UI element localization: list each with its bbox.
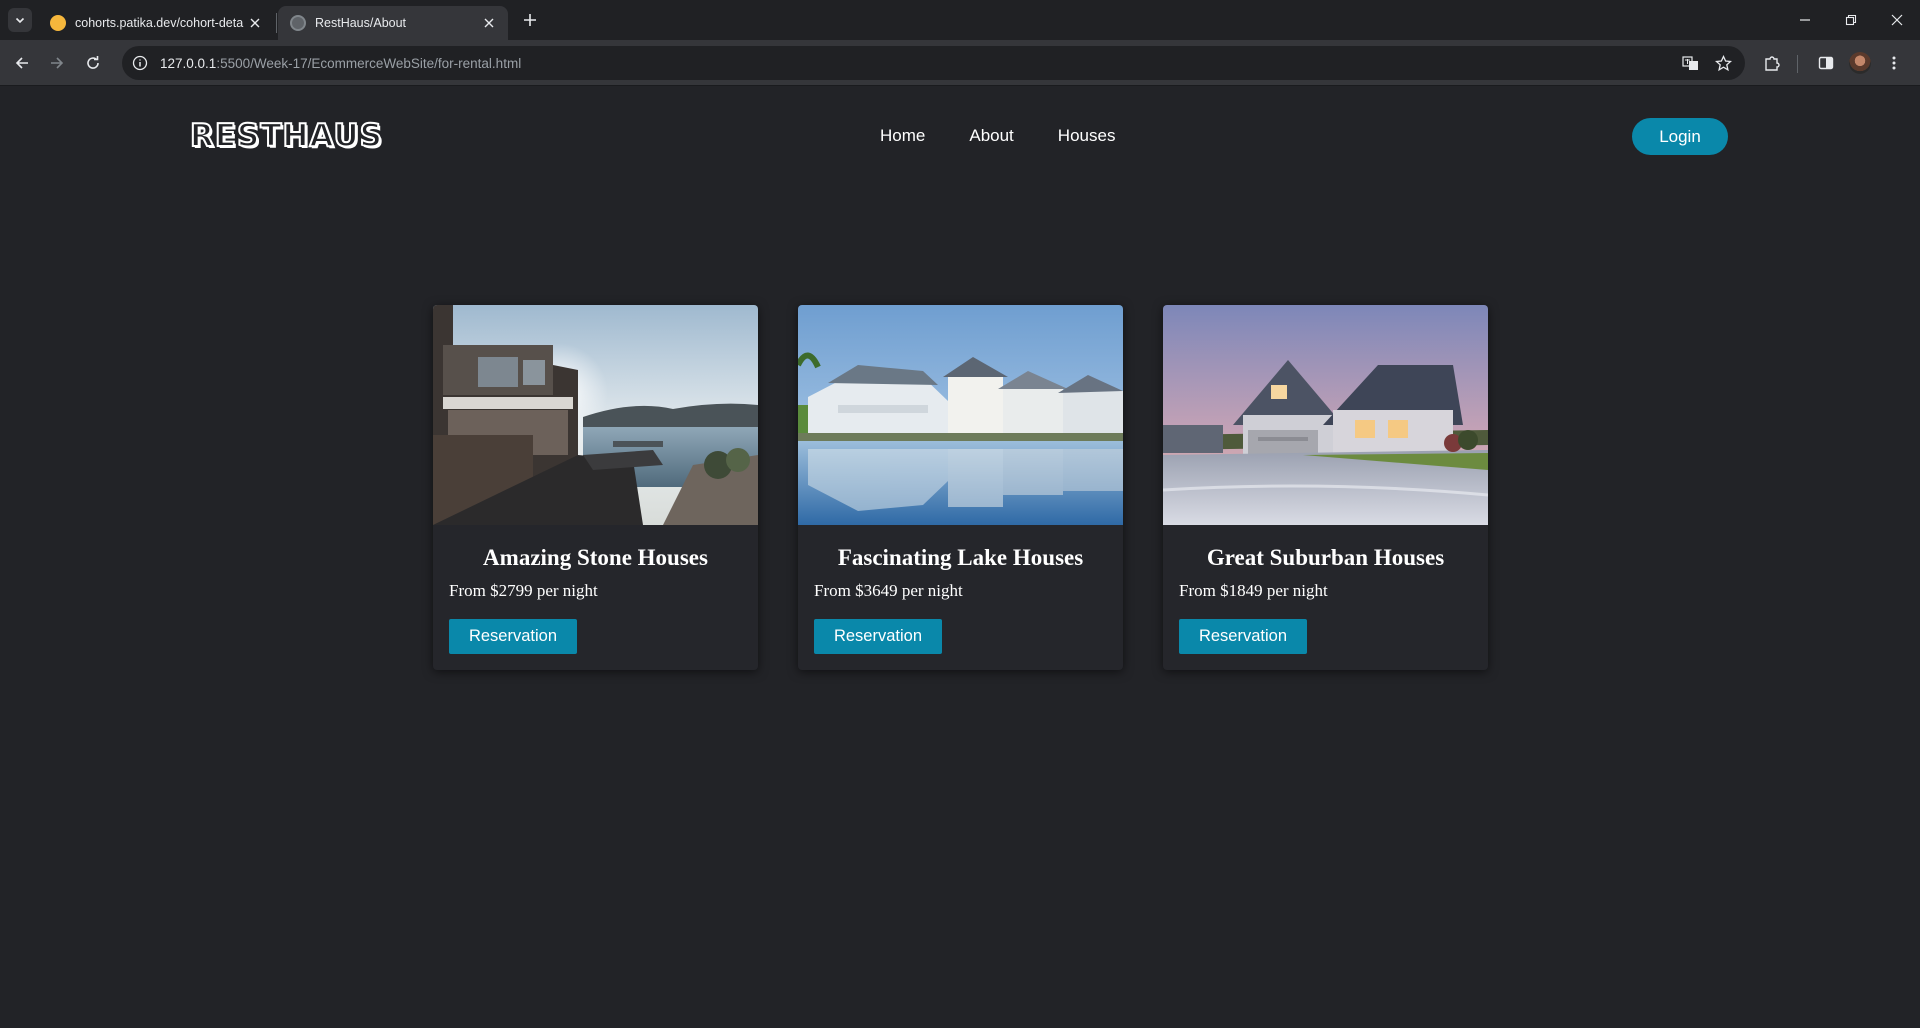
- browser-tab-resthaus[interactable]: RestHaus/About: [278, 6, 508, 40]
- minimize-icon: [1800, 19, 1810, 21]
- suburban-house-image: [1163, 305, 1488, 525]
- card-price: From $1849 per night: [1179, 581, 1328, 600]
- reload-button[interactable]: [79, 49, 107, 77]
- new-tab-button[interactable]: [518, 8, 542, 32]
- main-nav: Home About Houses: [880, 126, 1115, 146]
- house-card-suburban: Great Suburban Houses From $1849 per nig…: [1163, 305, 1488, 670]
- close-tab-icon[interactable]: [246, 14, 264, 32]
- close-tab-icon[interactable]: [480, 14, 498, 32]
- reservation-button[interactable]: Reservation: [814, 619, 942, 654]
- close-icon: [1891, 14, 1903, 26]
- site-logo[interactable]: RESTHAUS: [189, 117, 383, 155]
- arrow-left-icon: [15, 57, 28, 69]
- close-window-button[interactable]: [1874, 0, 1920, 40]
- url-path: :5500/Week-17/EcommerceWebSite/for-renta…: [216, 55, 522, 71]
- stone-house-image: [433, 305, 758, 525]
- card-title: Fascinating Lake Houses: [837, 545, 1084, 570]
- login-button[interactable]: Login: [1632, 118, 1728, 155]
- site-info-icon[interactable]: [128, 51, 152, 75]
- back-button[interactable]: [8, 49, 36, 77]
- card-title: Great Suburban Houses: [1206, 545, 1445, 570]
- bookmark-star-icon[interactable]: [1710, 50, 1736, 76]
- house-card-stone: Amazing Stone Houses From $2799 per nigh…: [433, 305, 758, 670]
- nav-link-home[interactable]: Home: [880, 126, 925, 146]
- browser-tab-cohorts[interactable]: cohorts.patika.dev/cohort-deta: [38, 6, 274, 40]
- browser-menu-button[interactable]: [1880, 49, 1908, 77]
- globe-icon: [290, 15, 306, 31]
- reload-icon: [87, 56, 99, 69]
- url-text[interactable]: 127.0.0.1:5500/Week-17/EcommerceWebSite/…: [160, 56, 521, 71]
- nav-link-houses[interactable]: Houses: [1058, 126, 1116, 146]
- tab-search-button[interactable]: [8, 8, 32, 32]
- minimize-button[interactable]: [1782, 0, 1828, 40]
- card-price: From $2799 per night: [449, 581, 598, 600]
- tab-separator: [276, 13, 277, 33]
- kebab-menu-icon: [1892, 56, 1896, 70]
- house-card-lake: Fascinating Lake Houses From $3649 per n…: [798, 305, 1123, 670]
- side-panel-icon: [1818, 56, 1834, 70]
- toolbar-divider: [1797, 55, 1798, 73]
- puzzle-icon: [1764, 55, 1780, 71]
- translate-icon[interactable]: [1677, 50, 1703, 76]
- tab-title: RestHaus/About: [315, 16, 407, 30]
- address-bar[interactable]: 127.0.0.1:5500/Week-17/EcommerceWebSite/…: [122, 46, 1745, 80]
- profile-avatar[interactable]: [1849, 52, 1871, 74]
- card-price: From $3649 per night: [814, 581, 963, 600]
- reservation-button[interactable]: Reservation: [449, 619, 577, 654]
- side-panel-button[interactable]: [1812, 49, 1840, 77]
- extensions-button[interactable]: [1758, 49, 1786, 77]
- house-cards: Amazing Stone Houses From $2799 per nigh…: [433, 305, 1488, 670]
- arrow-right-icon: [51, 57, 64, 69]
- tab-title: cohorts.patika.dev/cohort-deta: [75, 16, 244, 30]
- browser-toolbar: 127.0.0.1:5500/Week-17/EcommerceWebSite/…: [0, 40, 1920, 86]
- url-host: 127.0.0.1: [160, 55, 217, 71]
- reservation-button[interactable]: Reservation: [1179, 619, 1307, 654]
- plus-icon: [524, 14, 536, 26]
- favicon-icon: [50, 15, 66, 31]
- chevron-down-icon: [15, 17, 25, 24]
- forward-button[interactable]: [43, 49, 71, 77]
- browser-tab-strip: cohorts.patika.dev/cohort-deta RestHaus/…: [0, 0, 1920, 40]
- site-header: RESTHAUS Home About Houses Login: [0, 86, 1920, 186]
- nav-link-about[interactable]: About: [969, 126, 1013, 146]
- restore-icon: [1845, 14, 1857, 26]
- lake-house-image: [798, 305, 1123, 525]
- card-title: Amazing Stone Houses: [483, 545, 708, 570]
- restore-button[interactable]: [1828, 0, 1874, 40]
